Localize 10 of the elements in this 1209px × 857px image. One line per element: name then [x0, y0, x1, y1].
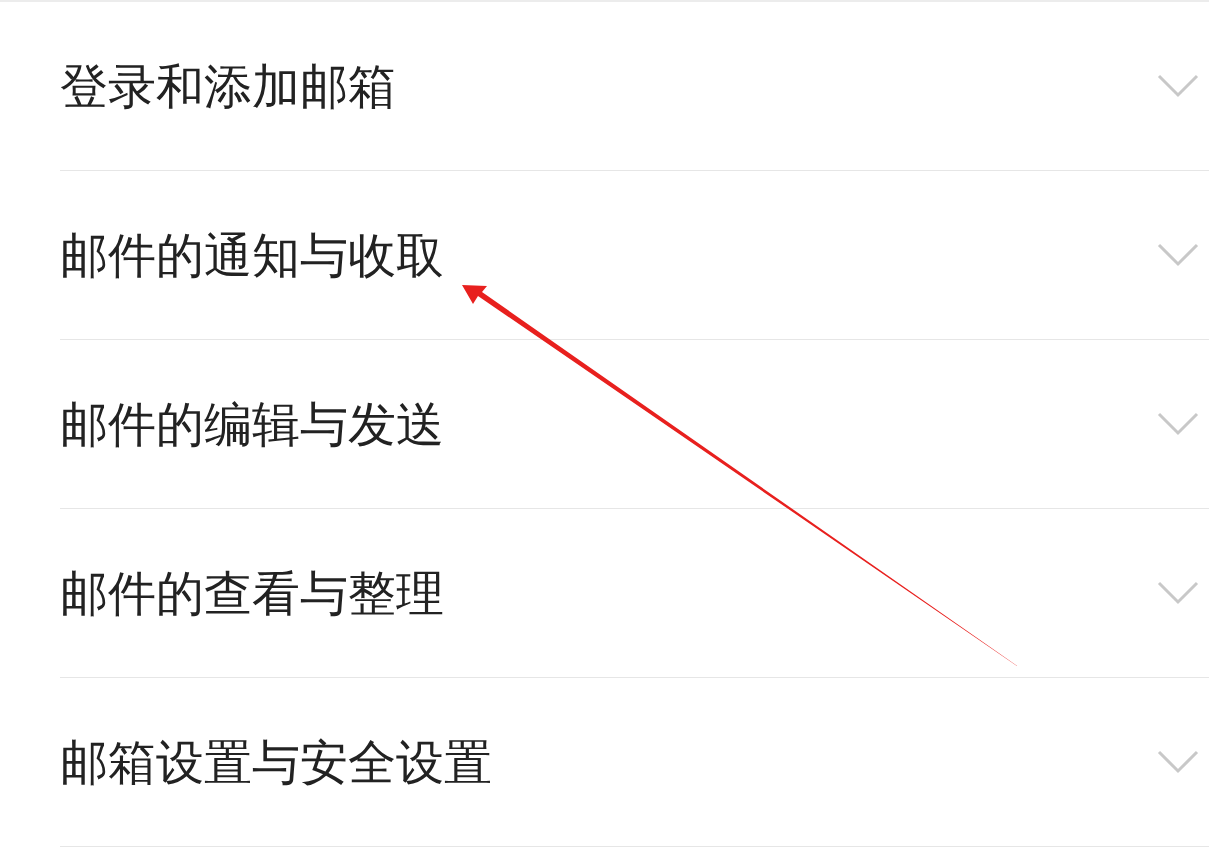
chevron-down-icon[interactable]: [1157, 74, 1199, 98]
menu-item-label[interactable]: 登录和添加邮箱: [60, 62, 396, 110]
chevron-down-icon[interactable]: [1157, 243, 1199, 267]
menu-item-label[interactable]: 邮件的查看与整理: [60, 569, 444, 617]
chevron-down-icon[interactable]: [1157, 581, 1199, 605]
chevron-down-icon[interactable]: [1157, 750, 1199, 774]
chevron-down-icon[interactable]: [1157, 412, 1199, 436]
menu-item-label[interactable]: 邮箱设置与安全设置: [60, 738, 492, 786]
menu-item-label[interactable]: 邮件的通知与收取: [60, 231, 444, 279]
menu-item-label[interactable]: 邮件的编辑与发送: [60, 400, 444, 448]
